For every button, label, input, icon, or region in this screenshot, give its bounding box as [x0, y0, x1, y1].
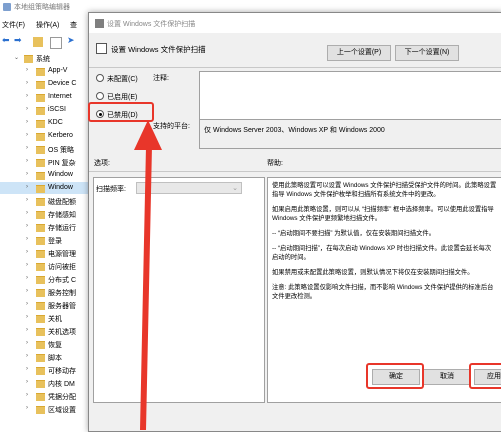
annotation-arrow-icon: [134, 120, 162, 430]
